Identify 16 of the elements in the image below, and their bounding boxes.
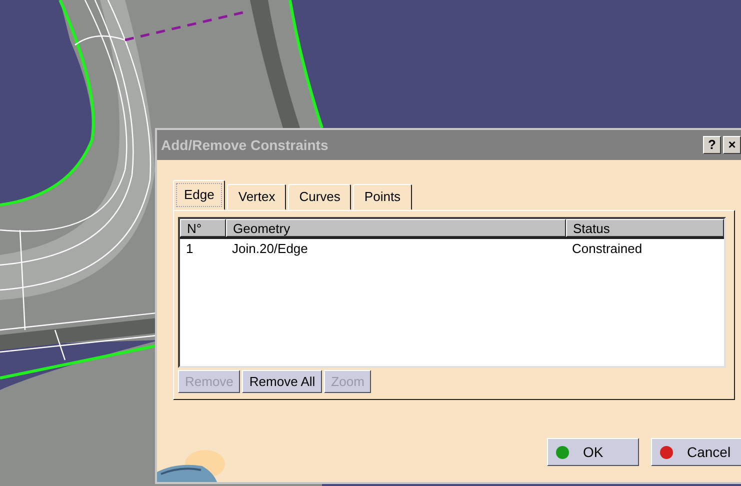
tab[interactable]: Points	[353, 184, 412, 210]
tab[interactable]: Edge	[173, 180, 226, 210]
column-header[interactable]: Status	[566, 219, 724, 237]
table-cell-text: Constrained	[571, 240, 644, 258]
close-button[interactable]: ×	[723, 136, 741, 154]
table-cell-text: Join.20/Edge	[231, 240, 309, 258]
tab[interactable]: Curves	[288, 184, 352, 210]
list-button[interactable]: Remove All	[242, 370, 322, 393]
window-title: Add/Remove Constraints	[161, 137, 330, 153]
column-header[interactable]: N°	[180, 219, 226, 237]
column-header[interactable]: Geometry	[226, 219, 566, 237]
help-button[interactable]: ?	[703, 136, 721, 154]
cancel-button[interactable]: Cancel	[651, 438, 741, 466]
table-cell-text: 1	[185, 240, 194, 258]
tab[interactable]: Vertex	[227, 184, 286, 210]
ok-button[interactable]: OK	[547, 438, 639, 466]
